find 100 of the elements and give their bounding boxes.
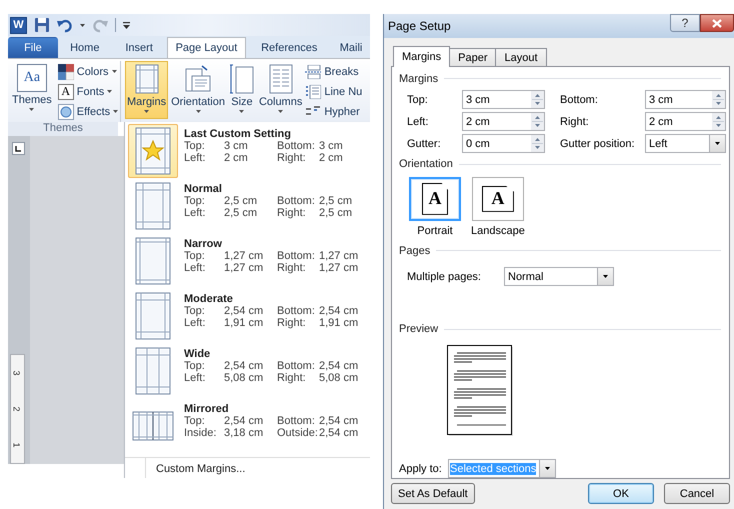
hyphenation-button[interactable]: Hypher [305, 103, 362, 120]
ribbon-tab[interactable]: References [246, 37, 332, 58]
dialog-tab[interactable]: Margins [393, 46, 450, 67]
dropdown-field[interactable]: Normal [504, 267, 614, 286]
margin-label: Outside: [277, 427, 319, 439]
field-label: Left: [407, 116, 430, 128]
margin-value: 5,08 cm [319, 372, 360, 384]
orientation-button[interactable]: Orientation [169, 61, 227, 119]
undo-icon[interactable] [57, 17, 73, 33]
margin-value: 2,54 cm [224, 305, 264, 317]
spin-field[interactable]: 2 cm [462, 112, 545, 132]
preset-name: Normal [184, 183, 223, 195]
caret-icon [80, 24, 85, 26]
spinner-icon[interactable] [531, 91, 544, 108]
breaks-button[interactable]: Breaks [305, 63, 362, 80]
section-heading: Pages [399, 242, 721, 258]
dialog-button[interactable]: Cancel [664, 483, 730, 504]
margin-label: Right: [277, 262, 307, 274]
tab-stop-selector[interactable] [12, 142, 24, 155]
preset-name: Last Custom Setting [184, 128, 292, 140]
margin-value: 2,5 cm [319, 195, 354, 207]
spin-field[interactable]: 2 cm [645, 112, 726, 132]
spinner-icon[interactable] [531, 113, 544, 130]
margin-label: Bottom: [277, 140, 316, 152]
margin-value: 5,08 cm [224, 372, 264, 384]
margin-label: Bottom: [277, 305, 316, 317]
effects-icon [58, 104, 74, 120]
theme-option-button[interactable]: A Fonts [58, 83, 118, 100]
margin-value: 3,18 cm [224, 427, 264, 439]
columns-button[interactable]: Columns [256, 61, 304, 119]
margin-preset-item[interactable]: Wide Top: 2,54 cm Bottom: 2,54 cm Left: 5,08 cm Right: 5,08 cm [125, 344, 370, 399]
ribbon-tab[interactable]: Insert [112, 37, 167, 58]
caret-icon [545, 467, 550, 470]
custom-margins-item[interactable]: Custom Margins... [145, 458, 246, 478]
field-label: Bottom: [560, 94, 599, 106]
field-label: Multiple pages: [407, 270, 482, 283]
section-heading: Preview [399, 321, 721, 337]
margin-value: 1,27 cm [319, 262, 360, 274]
margin-label: Left: [184, 262, 206, 274]
spin-field[interactable]: 3 cm [645, 90, 726, 110]
caret-icon [113, 110, 118, 113]
margin-value: 3 cm [319, 140, 344, 152]
line-numbers-button[interactable]: Line Nu [305, 83, 362, 100]
app-logo[interactable]: W [10, 16, 27, 34]
margin-label: Bottom: [277, 415, 316, 427]
close-button[interactable] [700, 14, 734, 32]
ribbon-tab[interactable]: Maili [332, 37, 370, 58]
preset-name: Narrow [184, 238, 223, 250]
page-margins-icon [134, 64, 159, 94]
theme-option-button[interactable]: Colors [58, 63, 118, 80]
margin-label: Bottom: [277, 195, 316, 207]
field-label: Top: [407, 94, 429, 106]
margin-value: 2 cm [319, 152, 344, 164]
orientation-label: Landscape [471, 224, 525, 237]
margin-label: Top: [184, 250, 206, 262]
preset-name: Moderate [184, 293, 234, 305]
spinner-icon[interactable] [531, 135, 544, 152]
dropdown-field[interactable]: Left [645, 134, 726, 154]
margin-value: 2,5 cm [224, 207, 258, 219]
dialog-tab[interactable]: Layout [495, 48, 547, 66]
color-swatch-icon [58, 64, 74, 80]
dialog-button[interactable]: Set As Default [391, 483, 475, 504]
margin-label: Inside: [184, 427, 218, 439]
margin-value: 3 cm [224, 140, 249, 152]
margin-preset-item[interactable]: Mirrored Top: 2,54 cm Bottom: 2,54 cm Inside: 3,18 cm Outside:2,54 cm [125, 399, 370, 454]
margin-label: Top: [184, 360, 206, 372]
portrait-button[interactable]: A [409, 176, 461, 221]
preset-name: Mirrored [184, 403, 230, 415]
margin-value: 1,91 cm [319, 317, 360, 329]
margins-button[interactable]: Margins [125, 61, 168, 119]
margin-preset-item[interactable]: Normal Top: 2,5 cm Bottom: 2,5 cm Left: 2,5 cm Right: 2,5 cm [125, 179, 370, 234]
ruler-number: 2 [12, 406, 22, 412]
caret-icon [144, 110, 150, 113]
margin-value: 2 cm [224, 152, 249, 164]
caret-icon [196, 110, 201, 113]
spin-field[interactable]: 0 cm [462, 134, 545, 154]
dialog-tab[interactable]: Paper [449, 48, 496, 66]
margin-preset-item[interactable]: Last Custom Setting Top: 3 cm Bottom: 3 cm Left: 2 cm Right: 2 cm [125, 124, 370, 179]
size-button[interactable]: Size [228, 61, 256, 119]
dialog-button[interactable]: OK [588, 483, 654, 504]
window-title: Page Setup [387, 19, 451, 33]
ribbon-tab[interactable]: Page Layout [166, 37, 246, 58]
help-button[interactable]: ? [670, 14, 700, 32]
margin-label: Bottom: [277, 250, 316, 262]
margin-value: 2,54 cm [224, 415, 264, 427]
ribbon-tab[interactable]: Home [58, 37, 112, 58]
margin-value: 1,27 cm [319, 250, 360, 262]
customize-toolbar-icon[interactable] [123, 20, 131, 30]
spinner-icon[interactable] [712, 91, 725, 108]
margin-preset-item[interactable]: Moderate Top: 2,54 cm Bottom: 2,54 cm Left: 1,91 cm Right: 1,91 cm [125, 289, 370, 344]
caret-icon [239, 110, 244, 113]
margin-preset-item[interactable]: Narrow Top: 1,27 cm Bottom: 1,27 cm Left: 1,27 cm Right: 1,27 cm [125, 234, 370, 289]
ruler-number: 1 [12, 442, 22, 448]
themes-button[interactable]: Aa Themes [10, 61, 54, 119]
spinner-icon[interactable] [712, 113, 725, 130]
landscape-button[interactable]: A [472, 176, 524, 221]
spin-field[interactable]: 3 cm [462, 90, 545, 110]
file-tab[interactable]: File [8, 37, 58, 58]
theme-option-button[interactable]: Effects [58, 103, 118, 120]
save-icon[interactable] [34, 17, 50, 33]
